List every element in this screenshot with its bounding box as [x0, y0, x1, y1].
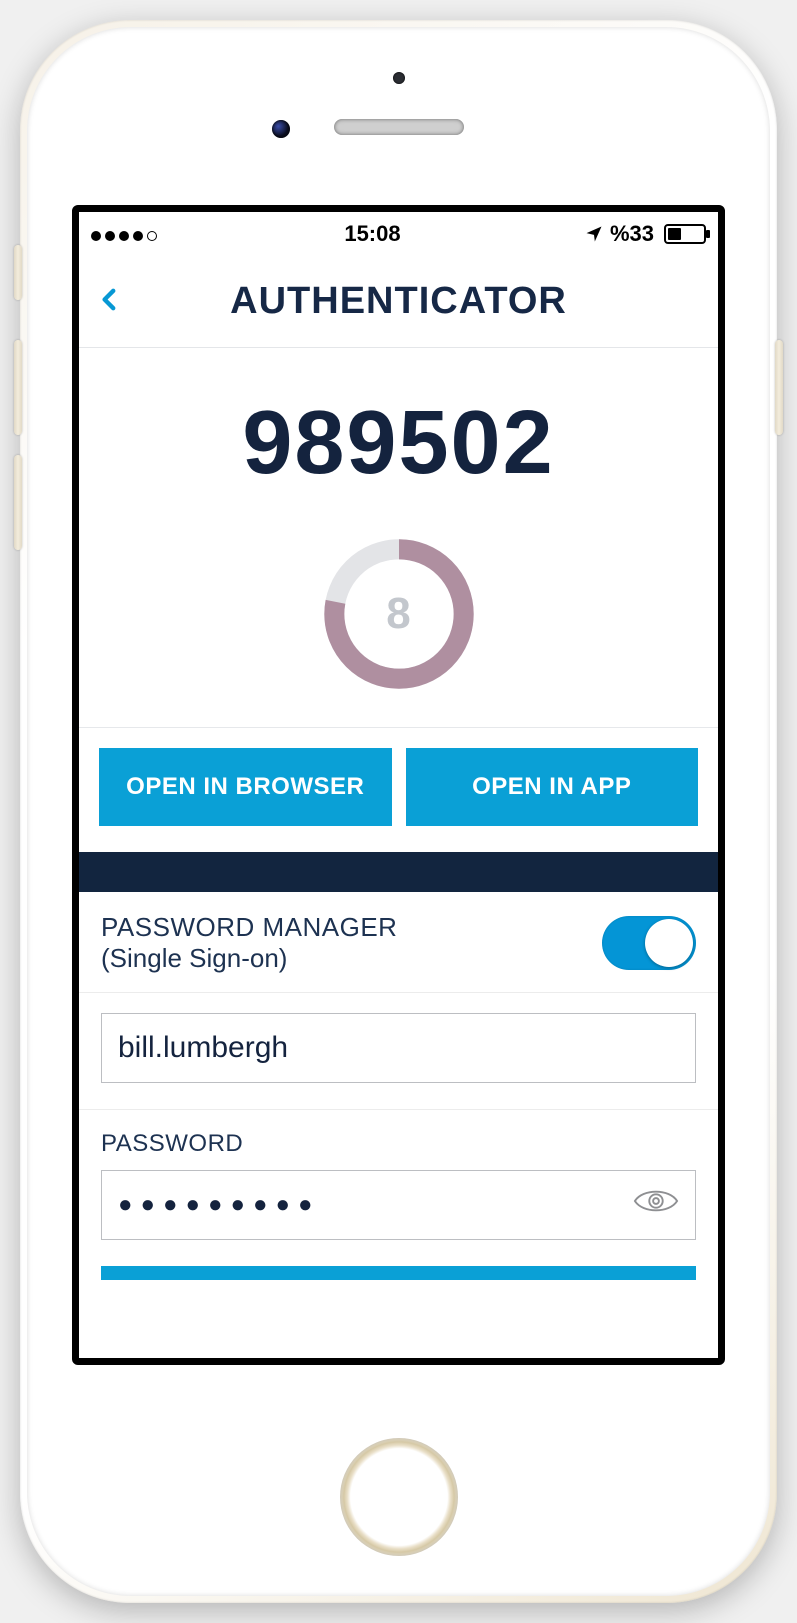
phone-top-sensor: [393, 72, 405, 84]
toggle-knob: [645, 919, 693, 967]
username-block: [79, 993, 718, 1110]
password-manager-subtitle: (Single Sign-on): [101, 943, 397, 974]
status-right: %33: [584, 221, 706, 247]
otp-panel: 989502 8: [79, 348, 718, 728]
open-in-app-label: OPEN IN APP: [472, 773, 631, 801]
app-header: AUTHENTICATOR: [79, 256, 718, 348]
password-label: PASSWORD: [101, 1130, 696, 1158]
password-manager-header-row: PASSWORD MANAGER (Single Sign-on): [79, 892, 718, 993]
signal-dots: [91, 221, 161, 247]
status-signal: [91, 221, 161, 247]
back-button[interactable]: [97, 280, 123, 323]
username-input[interactable]: [118, 1014, 679, 1082]
phone-volume-down-button: [14, 455, 22, 550]
countdown-ring: 8: [322, 537, 476, 691]
phone-device-frame: 15:08 %33 AUTHENTICATOR 989502: [20, 20, 777, 1603]
chevron-left-icon: [97, 280, 123, 318]
status-time: 15:08: [344, 221, 400, 247]
header-title: AUTHENTICATOR: [230, 280, 567, 323]
battery-icon: [660, 224, 706, 244]
open-in-app-button[interactable]: OPEN IN APP: [406, 748, 699, 826]
home-button[interactable]: [340, 1438, 458, 1556]
open-in-browser-label: OPEN IN BROWSER: [126, 773, 364, 801]
password-manager-title: PASSWORD MANAGER: [101, 912, 397, 943]
phone-bezel: 15:08 %33 AUTHENTICATOR 989502: [27, 27, 770, 1596]
password-block: PASSWORD ●●●●●●●●●: [79, 1110, 718, 1266]
section-divider: [79, 852, 718, 892]
bottom-accent-bar: [101, 1266, 696, 1280]
username-field[interactable]: [101, 1013, 696, 1083]
password-manager-toggle[interactable]: [602, 916, 696, 970]
phone-volume-up-button: [14, 340, 22, 435]
phone-power-button: [775, 340, 783, 435]
open-in-browser-button[interactable]: OPEN IN BROWSER: [99, 748, 392, 826]
reveal-password-button[interactable]: [633, 1186, 679, 1224]
status-bar: 15:08 %33: [79, 212, 718, 256]
battery-percent-text: %33: [610, 221, 654, 247]
password-manager-section: PASSWORD MANAGER (Single Sign-on) PASSWO…: [79, 892, 718, 1280]
password-mask: ●●●●●●●●●: [118, 1191, 320, 1219]
password-field[interactable]: ●●●●●●●●●: [101, 1170, 696, 1240]
phone-screen: 15:08 %33 AUTHENTICATOR 989502: [72, 205, 725, 1365]
open-buttons-row: OPEN IN BROWSER OPEN IN APP: [79, 728, 718, 852]
eye-icon: [633, 1186, 679, 1216]
otp-code: 989502: [79, 392, 718, 495]
countdown-seconds: 8: [322, 537, 476, 691]
phone-silence-switch: [14, 245, 22, 300]
phone-speaker-grille: [334, 119, 464, 135]
password-manager-labels: PASSWORD MANAGER (Single Sign-on): [101, 912, 397, 974]
location-icon: [584, 224, 604, 244]
phone-camera-dot: [272, 120, 290, 138]
